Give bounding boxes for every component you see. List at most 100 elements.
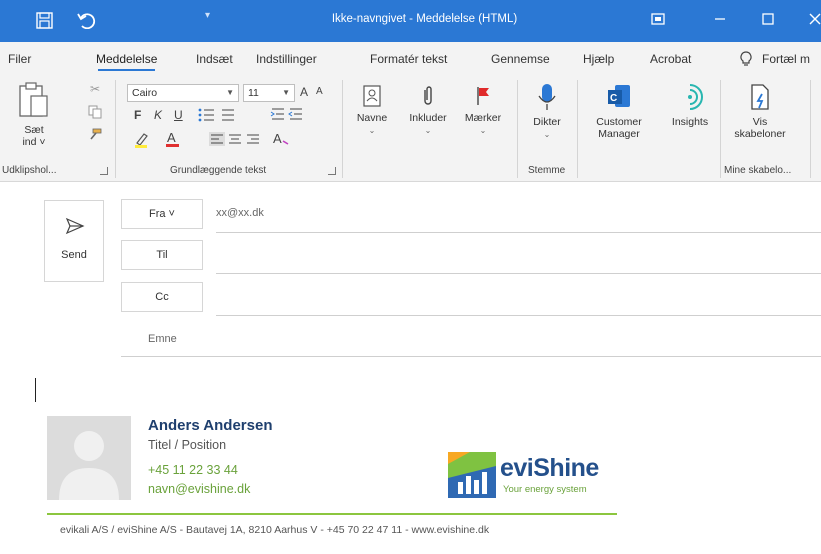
cc-input[interactable]: [216, 315, 821, 316]
dictate-label: Dikter: [533, 116, 561, 128]
tab-options[interactable]: Indstillinger: [256, 52, 317, 66]
title-bar: ▾ Ikke-navngivet - Meddelelse (HTML): [0, 0, 821, 42]
close-icon[interactable]: [807, 11, 821, 27]
cut-icon[interactable]: ✂: [90, 82, 100, 96]
chevron-down-icon: ⌄: [479, 126, 487, 135]
ribbon-display-icon[interactable]: [650, 11, 666, 27]
signature-footer: evikali A/S / eviShine A/S - Bautavej 1A…: [60, 524, 490, 536]
svg-text:C: C: [610, 93, 617, 104]
window-title: Ikke-navngivet - Meddelelse (HTML): [331, 13, 518, 25]
tab-file[interactable]: Filer: [8, 52, 31, 66]
names-button[interactable]: Navne ⌄: [350, 84, 394, 135]
ribbon-tabs: Filer Meddelelse Indsæt Indstillinger Fo…: [0, 42, 821, 74]
tab-review[interactable]: Gennemse: [491, 52, 550, 66]
tags-button[interactable]: Mærker ⌄: [460, 84, 506, 135]
bold-button[interactable]: F: [134, 108, 141, 122]
lightbulb-icon: [740, 51, 752, 66]
dictate-button[interactable]: Dikter ⌄: [524, 82, 570, 139]
address-book-icon: [363, 85, 381, 107]
ribbon-separator: [720, 80, 721, 178]
tab-help[interactable]: Hjælp: [583, 52, 614, 66]
clear-formatting-icon[interactable]: A: [272, 131, 290, 147]
cc-button[interactable]: Cc: [121, 282, 203, 312]
font-name-value: Cairo: [132, 87, 158, 99]
microphone-icon: [538, 84, 556, 110]
chevron-down-icon: ▼: [226, 88, 234, 97]
tab-message[interactable]: Meddelelse: [96, 52, 157, 71]
customer-manager-label-2: Manager: [598, 128, 640, 140]
paste-icon: [19, 82, 48, 117]
chevron-down-icon: ⌄: [424, 126, 432, 135]
signature-phone: +45 11 22 33 44: [148, 463, 238, 477]
paste-label-2: ind ˅: [22, 136, 46, 148]
font-size-value: 11: [248, 87, 259, 99]
tab-insert[interactable]: Indsæt: [196, 52, 233, 66]
chevron-down-icon: ▼: [282, 88, 290, 97]
copy-icon[interactable]: [88, 105, 102, 119]
group-my-templates-label: Mine skabelo...: [724, 165, 792, 176]
paste-button[interactable]: Sæt ind ˅: [6, 80, 62, 148]
evishine-logo-icon: [448, 452, 496, 498]
tab-tell-me[interactable]: Fortæl m: [762, 52, 810, 66]
align-icons[interactable]: [209, 132, 265, 146]
to-button[interactable]: Til: [121, 240, 203, 270]
tab-format-text[interactable]: Formatér tekst: [370, 52, 447, 66]
font-size-select[interactable]: 11 ▼: [243, 84, 295, 102]
from-button[interactable]: Fra ˅: [121, 199, 203, 229]
subject-input[interactable]: [121, 356, 821, 357]
include-label: Inkluder: [409, 112, 447, 124]
logo-brand: eviShine: [500, 454, 599, 482]
group-voice-label: Stemme: [528, 165, 566, 176]
signature-divider: [47, 513, 617, 515]
customer-manager-button[interactable]: C Customer Manager: [584, 82, 654, 140]
evishine-logo: eviShine Your energy system: [448, 452, 618, 498]
underline-button[interactable]: U: [174, 108, 183, 122]
view-templates-label-2: skabeloner: [734, 128, 786, 140]
send-button[interactable]: Send: [44, 200, 104, 282]
ribbon-separator: [115, 80, 116, 178]
to-input[interactable]: [216, 273, 821, 274]
signature-title: Titel / Position: [148, 438, 227, 452]
format-painter-icon[interactable]: [88, 128, 102, 140]
template-icon: [751, 84, 769, 110]
italic-button[interactable]: K: [154, 108, 162, 122]
font-color-icon[interactable]: A: [165, 130, 189, 148]
ribbon: Sæt ind ˅ ✂ Udklipshol... Cairo ▼ 11 ▼ A…: [0, 74, 821, 182]
include-button[interactable]: Inkluder ⌄: [404, 84, 452, 135]
shrink-font-button[interactable]: A: [316, 86, 323, 97]
customer-manager-icon: C: [608, 85, 630, 107]
subject-label: Emne: [148, 333, 177, 345]
avatar: [47, 416, 131, 500]
tab-acrobat[interactable]: Acrobat: [650, 52, 691, 66]
flag-icon: [477, 87, 489, 105]
insights-icon: [688, 84, 703, 110]
paperclip-icon: [424, 86, 432, 105]
font-name-select[interactable]: Cairo ▼: [127, 84, 239, 102]
svg-text:A: A: [273, 131, 282, 146]
logo-tagline: Your energy system: [503, 484, 587, 495]
tags-label: Mærker: [464, 112, 502, 124]
indent-icon[interactable]: [270, 107, 320, 121]
minimize-icon[interactable]: [712, 11, 728, 27]
grow-font-button[interactable]: A: [300, 85, 308, 99]
view-templates-label-1: Vis: [752, 116, 768, 128]
insights-button[interactable]: Insights: [664, 82, 716, 128]
ribbon-separator: [810, 80, 811, 178]
maximize-icon[interactable]: [760, 11, 776, 27]
paste-label-1: Sæt: [24, 124, 44, 136]
highlight-icon[interactable]: [134, 132, 156, 148]
customer-manager-label-1: Customer: [596, 116, 642, 128]
svg-text:A: A: [167, 130, 176, 145]
view-templates-button[interactable]: Vis skabeloner: [726, 82, 794, 140]
basic-text-launcher-icon[interactable]: [328, 167, 336, 175]
from-value: xx@xx.dk: [216, 207, 264, 219]
bullets-icon[interactable]: [198, 108, 238, 122]
text-cursor: [35, 378, 36, 402]
group-basic-text-label: Grundlæggende tekst: [170, 165, 267, 176]
group-clipboard-label: Udklipshol...: [2, 165, 57, 176]
clipboard-launcher-icon[interactable]: [100, 167, 108, 175]
send-icon: [65, 217, 85, 235]
ribbon-separator: [342, 80, 343, 178]
signature-email[interactable]: navn@evishine.dk: [148, 482, 250, 496]
person-icon: [59, 431, 119, 500]
